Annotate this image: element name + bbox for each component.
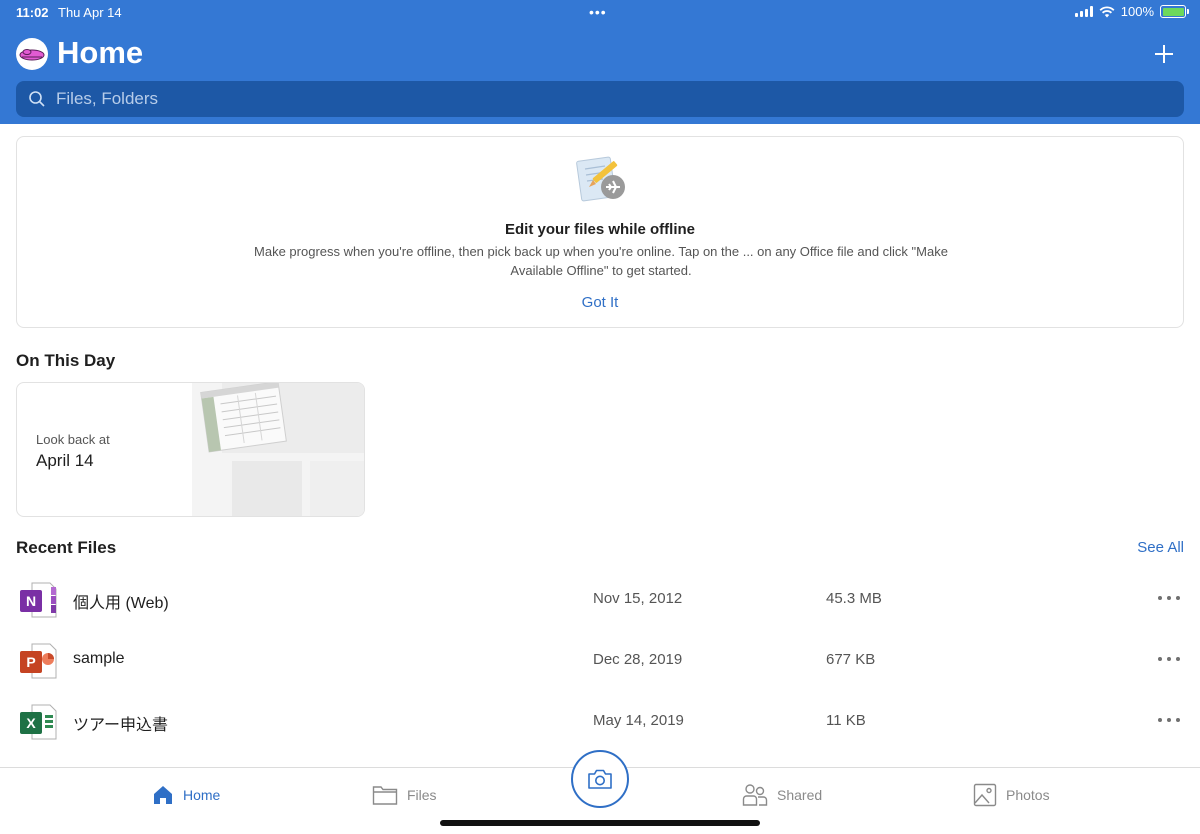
on-this-day-kicker: Look back at [36, 432, 110, 447]
tab-shared[interactable]: Shared [742, 780, 822, 810]
powerpoint-file-icon: P [20, 643, 57, 679]
status-date: Thu Apr 14 [58, 5, 122, 20]
see-all-link[interactable]: See All [1137, 539, 1184, 556]
avatar[interactable] [16, 38, 48, 70]
camera-icon [588, 769, 612, 789]
file-row[interactable]: X ツアー申込書 May 14, 2019 11 KB [0, 692, 1200, 752]
status-time: 11:02 [16, 5, 49, 20]
svg-text:X: X [26, 715, 36, 731]
offline-tip-title: Edit your files while offline [504, 221, 696, 238]
on-this-day-date: April 14 [36, 451, 94, 470]
svg-text:N: N [26, 593, 36, 609]
battery-icon [1160, 5, 1189, 18]
file-name: ツアー申込書 [73, 717, 169, 734]
file-date: May 14, 2019 [593, 712, 684, 729]
app-header: 11:02 Thu Apr 14 ••• 100% Home [0, 0, 1200, 124]
more-options-button[interactable] [1158, 649, 1180, 669]
tab-photos[interactable]: Photos [973, 780, 1050, 810]
status-bar: 11:02 Thu Apr 14 ••• 100% [0, 0, 1200, 26]
status-indicators: 100% [1074, 4, 1189, 19]
tab-home-label: Home [183, 787, 221, 803]
multitasking-dots-icon[interactable]: ••• [589, 4, 607, 20]
offline-edit-illustration-icon [576, 156, 625, 202]
got-it-button[interactable]: Got It [17, 294, 1183, 311]
photo-icon [973, 783, 997, 807]
file-name: sample [73, 650, 125, 667]
excel-file-icon: X [20, 704, 57, 740]
file-name: 個人用 (Web) [73, 595, 169, 612]
offline-tip-body: Make progress when you're offline, then … [254, 244, 948, 278]
file-size: 45.3 MB [826, 590, 882, 607]
tab-home[interactable]: Home [152, 780, 220, 810]
file-size: 677 KB [826, 651, 876, 668]
tab-photos-label: Photos [1006, 787, 1050, 803]
home-icon [154, 786, 172, 804]
on-this-day-heading: On This Day [16, 351, 116, 370]
recent-files-heading: Recent Files [16, 538, 117, 557]
file-date: Dec 28, 2019 [593, 651, 683, 668]
search-icon [29, 91, 45, 107]
avatar-illustration-icon [19, 49, 45, 61]
tab-files-label: Files [407, 787, 437, 803]
search-bar[interactable] [16, 81, 1184, 117]
home-indicator[interactable] [440, 820, 760, 826]
people-icon [742, 784, 768, 806]
file-row[interactable]: P sample Dec 28, 2019 677 KB [0, 631, 1200, 691]
camera-scan-button[interactable] [571, 750, 629, 808]
offline-tip-card: Edit your files while offline Make progr… [16, 136, 1184, 328]
memory-thumbnail-icon [192, 383, 364, 516]
more-options-button[interactable] [1158, 710, 1180, 730]
battery-percentage: 100% [1120, 4, 1154, 19]
tab-files[interactable]: Files [372, 780, 437, 810]
search-input[interactable] [56, 89, 1056, 109]
page-title: Home [57, 35, 144, 70]
more-options-button[interactable] [1158, 588, 1180, 608]
file-row[interactable]: N 個人用 (Web) Nov 15, 2012 45.3 MB [0, 570, 1200, 630]
onenote-file-icon: N [20, 582, 57, 618]
folder-icon [372, 786, 398, 805]
file-date: Nov 15, 2012 [593, 590, 683, 607]
svg-text:P: P [26, 654, 35, 670]
plus-icon [1155, 45, 1173, 63]
cellular-signal-icon [1074, 6, 1093, 17]
add-button[interactable] [1146, 36, 1182, 72]
tab-shared-label: Shared [777, 787, 823, 803]
on-this-day-card[interactable]: Look back at April 14 [16, 382, 365, 517]
file-size: 11 KB [826, 712, 866, 729]
wifi-icon [1099, 5, 1115, 17]
